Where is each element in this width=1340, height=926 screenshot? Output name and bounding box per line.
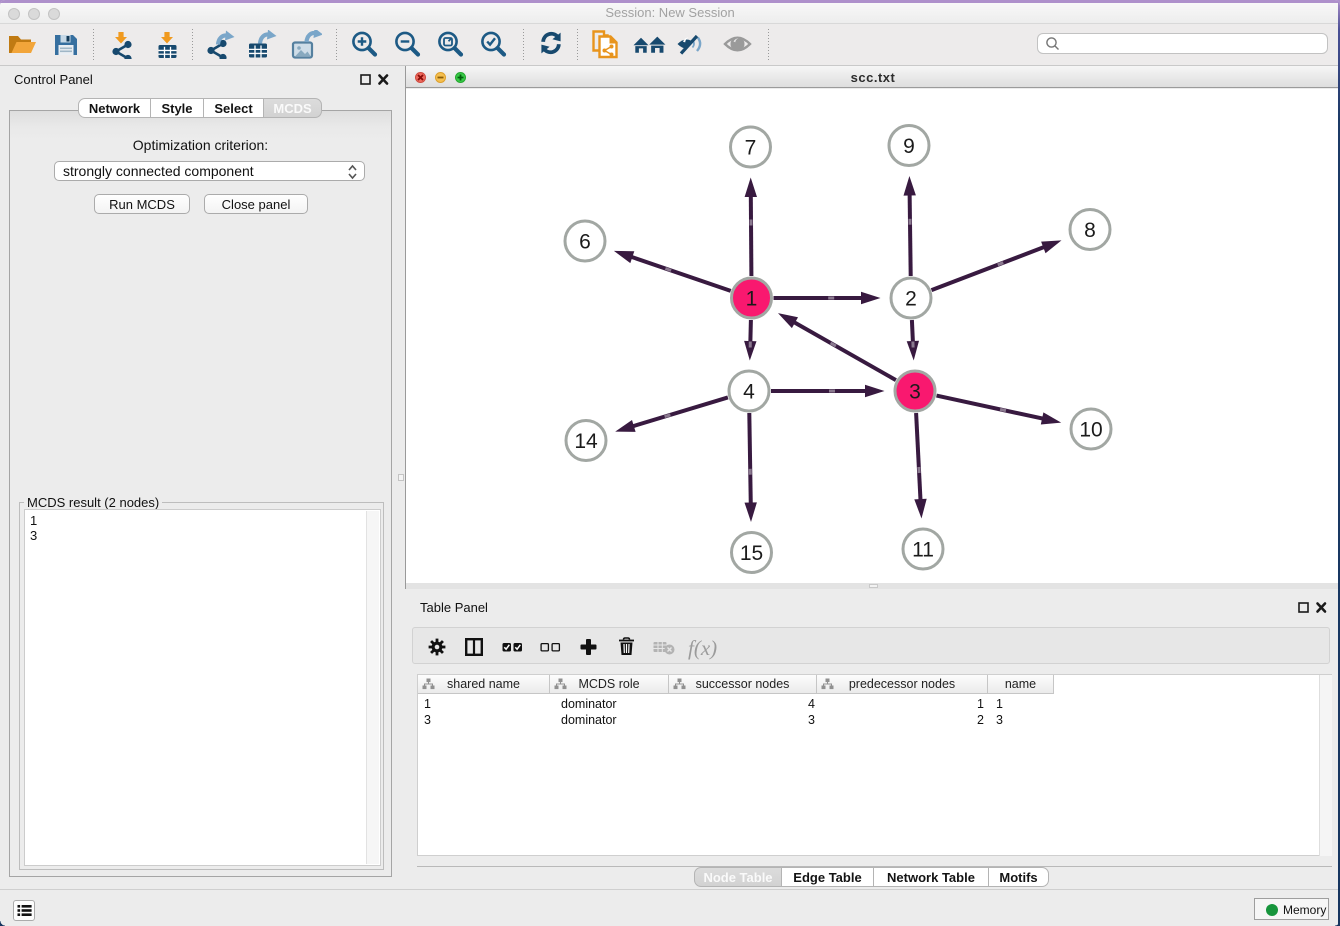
svg-text:15: 15 xyxy=(740,542,763,565)
svg-text:4: 4 xyxy=(743,381,755,404)
svg-text:10: 10 xyxy=(1079,419,1102,442)
svg-text:1: 1 xyxy=(746,288,758,311)
svg-text:6: 6 xyxy=(579,231,591,254)
svg-text:11: 11 xyxy=(912,539,934,562)
svg-text:14: 14 xyxy=(574,430,598,453)
svg-text:3: 3 xyxy=(909,381,921,404)
svg-text:9: 9 xyxy=(903,135,915,158)
svg-text:2: 2 xyxy=(905,288,917,311)
svg-text:7: 7 xyxy=(745,137,757,160)
svg-text:8: 8 xyxy=(1084,219,1096,242)
